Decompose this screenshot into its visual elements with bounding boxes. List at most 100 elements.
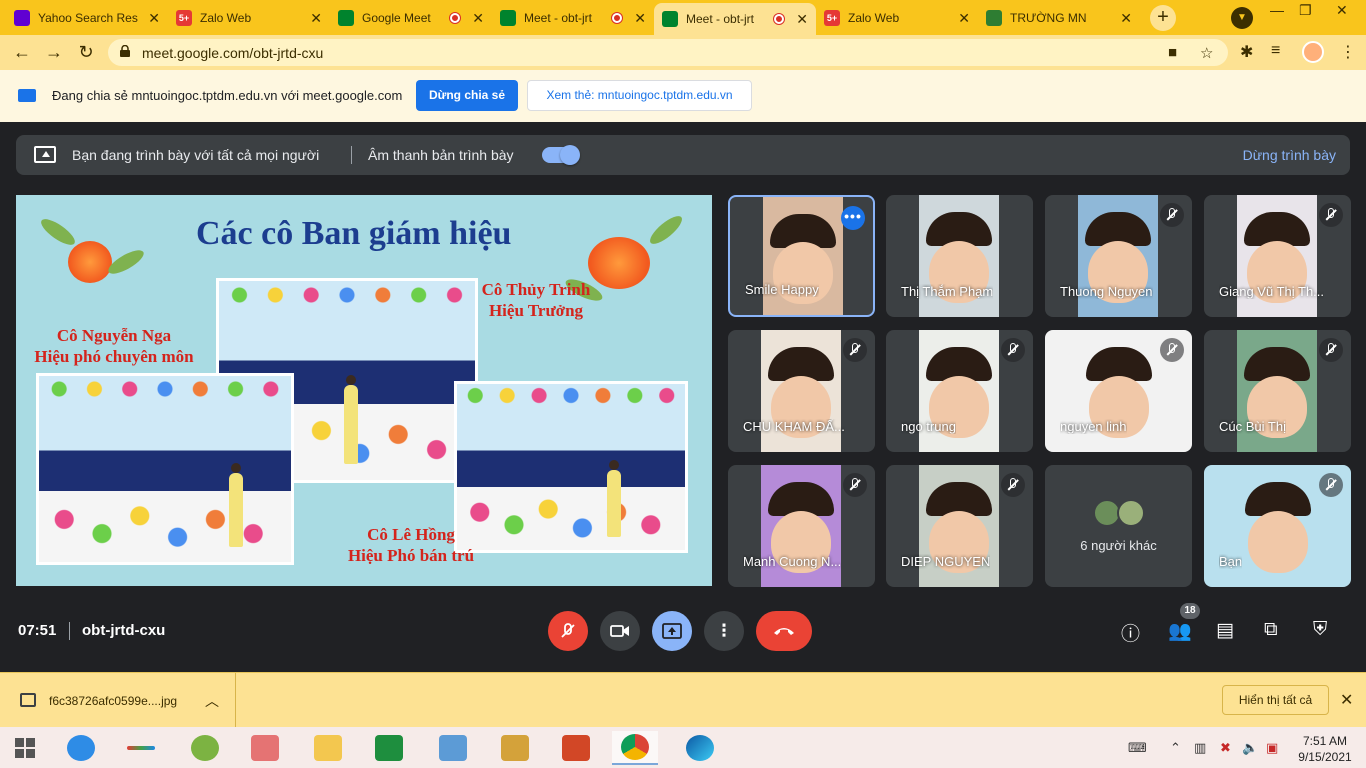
meet-icon xyxy=(662,11,678,27)
recording-indicator-icon xyxy=(612,13,623,23)
browser-menu-icon[interactable]: ⋮ xyxy=(1340,42,1356,62)
present-now-button[interactable] xyxy=(652,611,692,651)
tab-close-icon[interactable]: ✕ xyxy=(958,10,970,27)
mic-off-icon xyxy=(843,473,867,497)
activities-icon[interactable]: ⧉ xyxy=(1264,619,1278,641)
chevron-up-icon[interactable]: ︿ xyxy=(205,691,219,711)
participant-tile[interactable]: nguyen linh xyxy=(1045,330,1192,452)
camera-in-use-icon[interactable]: ■ xyxy=(1168,44,1177,61)
participant-name: Manh Cuong N... xyxy=(743,554,842,569)
participant-tile[interactable]: Cúc Bùi Thị xyxy=(1204,330,1351,452)
participant-tile[interactable]: Giang Vũ Thị Th... xyxy=(1204,195,1351,317)
keyboard-icon[interactable]: ⌨ xyxy=(1128,740,1147,756)
volume-icon[interactable]: 🔈 xyxy=(1242,740,1258,756)
mic-off-icon xyxy=(1319,473,1343,497)
address-bar[interactable]: meet.google.com/obt-jrtd-cxu ■ ☆ xyxy=(108,39,1228,66)
browser-tab[interactable]: TRƯỜNG MN ✕ xyxy=(978,3,1140,33)
participant-options-icon[interactable]: ••• xyxy=(841,206,865,230)
browser-tab[interactable]: Yahoo Search Res ✕ xyxy=(6,3,168,33)
microphone-off-button[interactable] xyxy=(548,611,588,651)
taskbar-app-dots[interactable] xyxy=(118,731,164,765)
more-options-button[interactable]: ⋮ xyxy=(704,611,744,651)
participant-tile[interactable]: Manh Cuong N... xyxy=(728,465,875,587)
camera-button[interactable] xyxy=(600,611,640,651)
taskbar-powerpoint[interactable] xyxy=(553,731,599,765)
browser-tab[interactable]: 5+ Zalo Web ✕ xyxy=(816,3,978,33)
new-tab-button[interactable]: + xyxy=(1150,5,1176,31)
mic-off-icon xyxy=(1160,338,1184,362)
tab-close-icon[interactable]: ✕ xyxy=(310,10,322,27)
tab-close-icon[interactable]: ✕ xyxy=(796,11,808,28)
participant-name: DIEP NGUYEN xyxy=(901,554,991,569)
restore-icon[interactable]: ❐ xyxy=(1299,2,1312,19)
window-close-icon[interactable]: ✕ xyxy=(1336,2,1348,19)
view-shared-tab-button[interactable]: Xem thẻ: mntuoingoc.tptdm.edu.vn xyxy=(527,80,752,111)
network-icon[interactable]: ▥ xyxy=(1194,740,1206,756)
present-screen-icon xyxy=(662,623,682,639)
bookmark-star-icon[interactable]: ☆ xyxy=(1200,44,1213,62)
profile-avatar[interactable] xyxy=(1302,41,1324,63)
other-participants-count: 6 người khác xyxy=(1080,538,1157,553)
taskbar-app-notes[interactable] xyxy=(492,731,538,765)
tab-title: Meet - obt-jrt xyxy=(686,12,755,26)
minimize-icon[interactable]: — xyxy=(1270,2,1284,18)
browser-tab[interactable]: Meet - obt-jrt ✕ xyxy=(492,3,654,33)
tab-close-icon[interactable]: ✕ xyxy=(148,10,160,27)
participant-name: nguyen linh xyxy=(1060,419,1127,434)
browser-tab[interactable]: Meet - obt-jrt ✕ xyxy=(654,3,816,35)
tab-search-icon[interactable]: ▼ xyxy=(1231,7,1253,29)
hang-up-icon xyxy=(774,628,794,635)
zalo-icon: 5+ xyxy=(824,10,840,26)
tab-title: Zalo Web xyxy=(200,11,252,25)
show-all-downloads-button[interactable]: Hiển thị tất cả xyxy=(1222,685,1329,715)
meet-icon xyxy=(500,10,516,26)
taskbar-app-green[interactable] xyxy=(182,731,228,765)
people-icon[interactable]: 👥 xyxy=(1168,619,1192,643)
taskbar-internet-explorer[interactable] xyxy=(58,731,104,765)
start-button[interactable] xyxy=(2,731,48,765)
slide-title: Các cô Ban giám hiệu xyxy=(196,215,512,252)
media-control-icon[interactable]: ≡ xyxy=(1271,42,1280,60)
chat-icon[interactable]: ▤ xyxy=(1216,619,1234,642)
participant-tile[interactable]: ngo trung xyxy=(886,330,1033,452)
browser-tab[interactable]: 5+ Zalo Web ✕ xyxy=(168,3,330,33)
tab-close-icon[interactable]: ✕ xyxy=(1120,10,1132,27)
participant-tile[interactable]: Smile Happy ••• xyxy=(728,195,875,317)
reload-icon[interactable]: ↻ xyxy=(75,42,97,63)
extensions-icon[interactable]: ✱ xyxy=(1240,42,1253,62)
participant-tile[interactable]: Bạn xyxy=(1204,465,1351,587)
participant-tile[interactable]: Thuong Nguyen xyxy=(1045,195,1192,317)
download-item[interactable]: f6c38726afc0599e....jpg ︿ xyxy=(0,673,236,728)
forward-icon[interactable]: → xyxy=(43,42,65,63)
screen-share-icon xyxy=(18,89,36,102)
taskbar-app-unikey[interactable] xyxy=(242,731,288,765)
system-clock[interactable]: 7:51 AM 9/15/2021 xyxy=(1296,733,1354,765)
stop-sharing-button[interactable]: Dừng chia sẻ xyxy=(416,80,518,111)
browser-tab[interactable]: Google Meet ✕ xyxy=(330,3,492,33)
participant-tile[interactable]: CHU KHAM ĐẤ... xyxy=(728,330,875,452)
host-controls-icon[interactable]: ⛨ xyxy=(1313,619,1327,641)
taskbar-control-panel[interactable] xyxy=(430,731,476,765)
taskbar-edge[interactable] xyxy=(677,731,723,765)
back-icon[interactable]: ← xyxy=(11,42,33,63)
participant-tile[interactable]: DIEP NGUYEN xyxy=(886,465,1033,587)
system-date: 9/15/2021 xyxy=(1298,750,1352,764)
participant-tile[interactable]: Thị Thắm Phạm xyxy=(886,195,1033,317)
participant-name: Smile Happy xyxy=(745,282,819,297)
stop-presenting-button[interactable]: Dừng trình bày xyxy=(1243,147,1336,163)
taskbar-excel[interactable] xyxy=(366,731,412,765)
meeting-details-icon[interactable]: ⓘ xyxy=(1121,619,1140,646)
other-participants-tile[interactable]: 6 người khác xyxy=(1045,465,1192,587)
leave-call-button[interactable] xyxy=(756,611,812,651)
tab-close-icon[interactable]: ✕ xyxy=(472,10,484,27)
language-icon[interactable]: ▣ xyxy=(1266,740,1278,756)
taskbar-file-explorer[interactable] xyxy=(305,731,351,765)
tab-close-icon[interactable]: ✕ xyxy=(634,10,646,27)
close-downloads-icon[interactable]: ✕ xyxy=(1340,690,1353,710)
battery-warning-icon[interactable]: ✖ xyxy=(1220,740,1231,756)
taskbar-chrome[interactable] xyxy=(612,731,658,765)
mic-off-icon xyxy=(1001,338,1025,362)
show-hidden-icons[interactable]: ⌃ xyxy=(1170,740,1181,756)
caption-line: Hiệu phó chuyên môn xyxy=(34,347,194,366)
presentation-audio-toggle[interactable] xyxy=(542,145,580,165)
